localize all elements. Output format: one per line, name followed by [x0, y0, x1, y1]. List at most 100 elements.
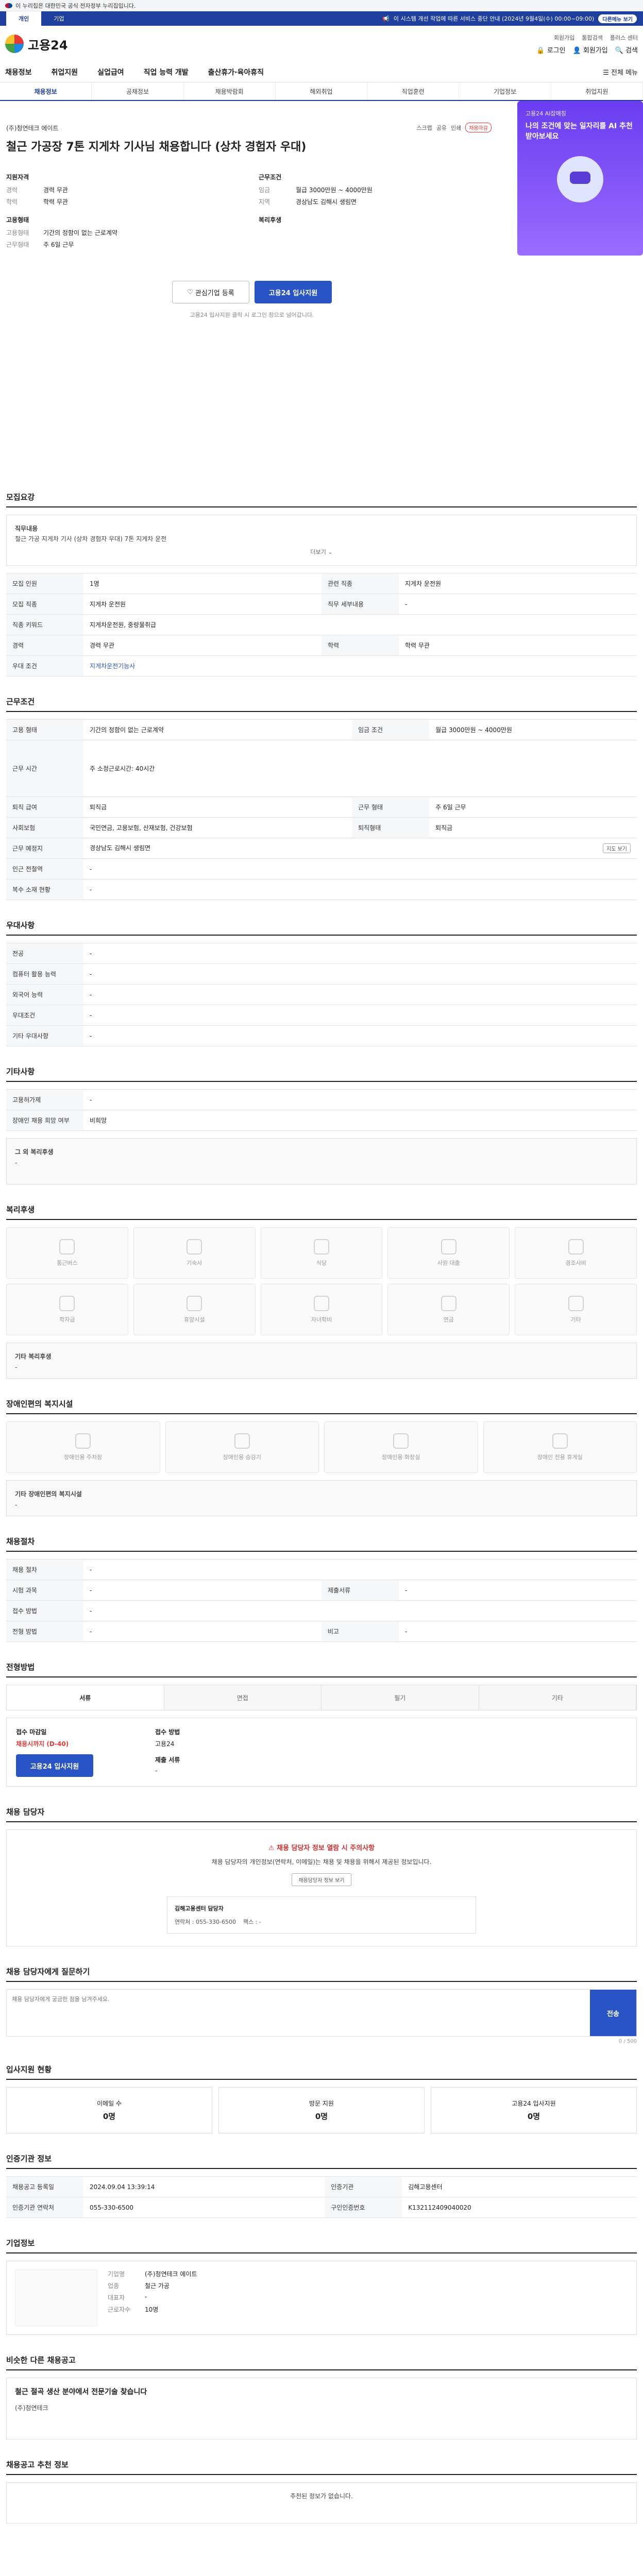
- interest-company-button[interactable]: ♡ 관심기업 등록: [172, 281, 249, 303]
- cell-key: 임금 조건: [352, 719, 430, 741]
- elevator-icon: [234, 1433, 250, 1449]
- apply-button[interactable]: 고용24 입사지원: [255, 281, 332, 303]
- cell-key: 복수 소재 현황: [6, 879, 83, 901]
- logo-text: 고용24: [28, 38, 68, 53]
- subnav-company[interactable]: 기업정보: [459, 82, 551, 100]
- status-badge: 채용마감: [465, 123, 492, 132]
- scrap-button[interactable]: 스크랩: [416, 124, 432, 132]
- gnb-item-leave[interactable]: 출산휴가·육아휴직: [208, 67, 264, 77]
- welfare-tile: 경조사비: [515, 1227, 637, 1279]
- cell-value: 비희망: [83, 1110, 637, 1131]
- welfare-tile: 자녀학비: [260, 1284, 383, 1336]
- other-menu-badge[interactable]: 다른메뉴 보기: [598, 14, 637, 23]
- more-button[interactable]: 더보기 ⌄: [15, 548, 628, 557]
- section-title: 근무조건: [6, 692, 637, 713]
- cell-value: -: [83, 1621, 321, 1642]
- dormitory-icon: [187, 1239, 202, 1255]
- cell-key: 인증기관: [325, 2176, 402, 2198]
- tab-documents[interactable]: 서류: [7, 1685, 164, 1710]
- print-button[interactable]: 인쇄: [451, 124, 461, 132]
- cell-value: 월급 3000만원 ~ 4000만원: [429, 719, 637, 741]
- tab-etc[interactable]: 기타: [479, 1685, 636, 1710]
- cell-key: 퇴직형태: [352, 817, 430, 839]
- cell-key: 인증기관 연락처: [6, 2197, 83, 2218]
- similar-job-card[interactable]: 철근 절곡 생산 분야에서 전문기술 찾습니다 (주)청연테크: [6, 2378, 637, 2440]
- subnav-overseas[interactable]: 해외취업: [276, 82, 368, 100]
- welfare-tile: 학자금: [6, 1284, 128, 1336]
- search-link[interactable]: 🔍 검색: [615, 45, 638, 55]
- site-header: 고용24 회원가입 통합검색 플러스 센터 🔒 로그인 👤 회원가입 🔍 검색: [0, 26, 643, 62]
- all-menu-button[interactable]: ☰ 전체 메뉴: [603, 67, 638, 77]
- top-link-search[interactable]: 통합검색: [582, 33, 602, 42]
- subnav-public[interactable]: 공채정보: [92, 82, 184, 100]
- gnb-item-training[interactable]: 직업 능력 개발: [144, 67, 189, 77]
- tab-business[interactable]: 기업: [41, 11, 76, 26]
- gnb-item-jobs[interactable]: 채용정보: [5, 67, 32, 77]
- selection-section: 채용절차 채용 절차 - 시험 과목 - 제출서류 - 접수 방법 - 전형 방법 - 비고 -: [0, 1532, 643, 1642]
- notice-icon: 📢: [382, 15, 390, 22]
- subnav-training[interactable]: 직업훈련: [367, 82, 460, 100]
- restroom-icon: [393, 1433, 409, 1449]
- inquiry-form: 전송: [6, 1989, 637, 2037]
- welfare-tile: 식당: [260, 1227, 383, 1279]
- table-row: 접수 방법 -: [6, 1600, 637, 1622]
- cell-value[interactable]: 지게차운전기능사: [83, 655, 637, 677]
- job-desc-text: 철근 가공 지게차 기사 (상차 경험자 우대) 7톤 지게차 운전: [15, 535, 167, 543]
- cell-key: 우대조건: [6, 1005, 83, 1026]
- resort-icon: [187, 1296, 202, 1312]
- etc-icon: [568, 1296, 584, 1312]
- inquiry-textarea[interactable]: [7, 1990, 590, 2037]
- char-count: 0 / 500: [618, 2039, 637, 2045]
- tab-written[interactable]: 필기: [321, 1685, 479, 1710]
- similar-job-title[interactable]: 철근 절곡 생산 분야에서 전문기술 찾습니다: [15, 2386, 628, 2399]
- apply-now-button[interactable]: 고용24 입사지원: [16, 1754, 93, 1777]
- join-link[interactable]: 👤 회원가입: [573, 45, 608, 55]
- welfare-box-value: -: [15, 1363, 18, 1371]
- table-row: 퇴직 급여 퇴직금 근무 형태 주 6일 근무: [6, 796, 637, 818]
- disabled-box: 기타 장애인편의 복지시설 -: [6, 1480, 637, 1517]
- cta-note: 고용24 입사지원 클릭 시 로그인 창으로 넘어갑니다.: [190, 312, 314, 318]
- share-button[interactable]: 공유: [436, 124, 447, 132]
- top-link-plus[interactable]: 플러스 센터: [610, 33, 638, 42]
- send-button[interactable]: 전송: [590, 1990, 636, 2037]
- welfare-tile: 사원 대출: [387, 1227, 510, 1279]
- kv-value: 주 6일 근무: [43, 241, 74, 248]
- gnb-item-support[interactable]: 취업지원: [52, 67, 78, 77]
- kv-key: 임금: [259, 187, 270, 194]
- table-row: 근무 예정지 경상남도 김해시 생림면 지도 보기: [6, 838, 637, 859]
- login-link[interactable]: 🔒 로그인: [536, 45, 565, 55]
- kv-value: (주)청연테크 에이트: [145, 2270, 197, 2278]
- map-button[interactable]: 지도 보기: [603, 843, 631, 854]
- conditions-section: 근무조건 고용 형태 기간의 정함이 없는 근로계약 임금 조건 월급 3000만원 …: [0, 692, 643, 901]
- etc-box: 그 외 복리후생 -: [6, 1138, 637, 1185]
- top-link-signup[interactable]: 회원가입: [554, 33, 574, 42]
- ai-matching-banner[interactable]: 고용24 AI잡매칭 나의 조건에 맞는 일자리를 AI 추천받아보세요: [517, 101, 643, 256]
- section-title: 채용 담당자에게 질문하기: [6, 1962, 637, 1982]
- cell-key: 시험 과목: [6, 1580, 83, 1601]
- subnav-fair[interactable]: 채용박람회: [184, 82, 276, 100]
- cell-key: 채용공고 등록일: [6, 2176, 83, 2198]
- subnav-jobs[interactable]: 채용정보: [0, 82, 92, 100]
- gnb-item-unemployment[interactable]: 실업급여: [97, 67, 124, 77]
- disabled-tile: 장애인 전용 휴게실: [483, 1421, 637, 1473]
- disabled-tile: 장애인용 화장실: [324, 1421, 478, 1473]
- notice-text[interactable]: 이 시스템 개선 작업에 따른 서비스 중단 안내 (2024년 9월4일(수)…: [394, 14, 594, 23]
- cell-key: 고용 형태: [6, 719, 83, 741]
- table-row: 모집 인원 1명 관련 직종 지게차 운전원: [6, 573, 637, 595]
- subnav-support[interactable]: 취업지원: [551, 82, 643, 100]
- section-title: 채용 담당자: [6, 1802, 637, 1823]
- tab-interview[interactable]: 면접: [164, 1685, 321, 1710]
- table-row: 우대 조건 지게차운전기능사: [6, 655, 637, 677]
- summary-employ-head: 고용형태: [6, 216, 29, 224]
- tab-personal[interactable]: 개인: [6, 11, 42, 26]
- contact-section: 인증기관 정보 채용공고 등록일 2024.09.04 13:39:14 인증기관 김…: [0, 2149, 643, 2218]
- status-item: 이메일 수 0명: [6, 2087, 212, 2134]
- summary-qual-head: 지원자격: [6, 174, 29, 181]
- section-title: 기타사항: [6, 1062, 637, 1082]
- welfare-section: 복리후생 통근버스 기숙사 식당 사원 대출 경조사비 학자금 휴양시설 자녀학…: [0, 1200, 643, 1379]
- site-logo[interactable]: 고용24: [5, 35, 68, 53]
- job-description-box: 직무내용 철근 가공 지게차 기사 (상차 경험자 우대) 7톤 지게차 운전 …: [6, 515, 637, 566]
- section-title: 입사지원 현황: [6, 2060, 637, 2080]
- view-manager-button[interactable]: 채용담당자 정보 보기: [292, 1873, 351, 1887]
- sub-navigation: 채용정보 공채정보 채용박람회 해외취업 직업훈련 기업정보 취업지원: [0, 82, 643, 101]
